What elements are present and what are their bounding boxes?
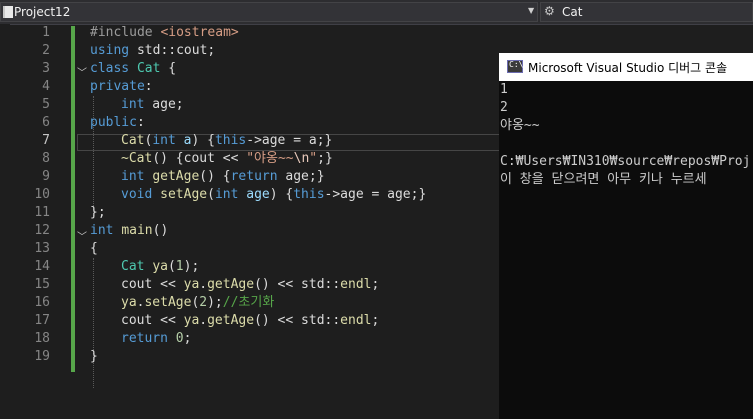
code-line: } bbox=[90, 349, 98, 364]
line-number: 8 bbox=[42, 151, 50, 166]
indent-guide bbox=[93, 258, 94, 388]
line-number: 6 bbox=[42, 115, 50, 130]
line-number: 1 bbox=[42, 25, 50, 40]
code-line: ~Cat() {cout << "야옹~~\n";} bbox=[121, 151, 333, 166]
line-number: 17 bbox=[34, 313, 50, 328]
fold-toggle-icon[interactable]: ﹀ bbox=[77, 228, 87, 243]
project-label: Project12 bbox=[14, 5, 71, 19]
glyph-margin bbox=[0, 24, 10, 419]
line-number: 18 bbox=[34, 331, 50, 346]
code-line: int age; bbox=[121, 97, 184, 112]
console-line: 2 bbox=[500, 100, 508, 115]
change-tracking-bar bbox=[71, 26, 75, 372]
console-line: 이 창을 닫으려면 아무 키나 누르세 bbox=[500, 172, 707, 187]
symbol-label: Cat bbox=[562, 5, 583, 19]
line-number: 16 bbox=[34, 295, 50, 310]
code-line: public: bbox=[90, 115, 145, 130]
code-line: int main() bbox=[90, 223, 169, 238]
line-number: 5 bbox=[42, 97, 50, 112]
line-number-current: 7 bbox=[42, 133, 50, 148]
debug-console-window[interactable]: C:\ Microsoft Visual Studio 디버그 콘솔 1 2 야… bbox=[499, 53, 753, 419]
console-line: 야옹~~ bbox=[500, 118, 540, 133]
console-line: C:₩Users₩IN310₩source₩repos₩Proj bbox=[500, 154, 751, 169]
code-line: using std::cout; bbox=[90, 43, 216, 58]
code-line: private: bbox=[90, 79, 153, 94]
line-number: 19 bbox=[34, 349, 50, 364]
code-line: class Cat { bbox=[90, 61, 177, 76]
project-dropdown[interactable]: Project12 ▼ bbox=[0, 2, 538, 22]
code-line: cout << ya.getAge() << std::endl; bbox=[121, 313, 380, 328]
chevron-down-icon[interactable]: ▼ bbox=[528, 6, 534, 15]
line-number: 14 bbox=[34, 259, 50, 274]
navigation-bar: Project12 ▼ ⚙ Cat bbox=[0, 0, 753, 25]
line-number: 4 bbox=[42, 79, 50, 94]
console-title-bar[interactable]: C:\ Microsoft Visual Studio 디버그 콘솔 bbox=[499, 53, 753, 81]
line-number: 10 bbox=[34, 187, 50, 202]
code-line: return 0; bbox=[121, 331, 192, 346]
code-line: ya.setAge(2);//초기화 bbox=[121, 295, 275, 310]
line-number: 12 bbox=[34, 223, 50, 238]
code-line: }; bbox=[90, 205, 106, 220]
cpp-project-icon bbox=[3, 6, 13, 18]
code-line: Cat ya(1); bbox=[121, 259, 200, 274]
line-number: 15 bbox=[34, 277, 50, 292]
class-symbol-icon: ⚙ bbox=[544, 4, 555, 18]
console-output[interactable]: 1 2 야옹~~ C:₩Users₩IN310₩source₩repos₩Pro… bbox=[499, 81, 753, 419]
console-line: 1 bbox=[500, 82, 508, 97]
console-app-icon: C:\ bbox=[507, 60, 523, 73]
line-number: 3 bbox=[42, 61, 50, 76]
code-line: #include <iostream> bbox=[90, 25, 239, 40]
code-line: { bbox=[90, 241, 98, 256]
line-number: 11 bbox=[34, 205, 50, 220]
code-line: cout << ya.getAge() << std::endl; bbox=[121, 277, 380, 292]
code-line: int getAge() {return age;} bbox=[121, 169, 325, 184]
line-number: 13 bbox=[34, 241, 50, 256]
code-line: void setAge(int age) {this->age = age;} bbox=[121, 187, 427, 202]
console-title: Microsoft Visual Studio 디버그 콘솔 bbox=[528, 61, 728, 75]
code-line-current: Cat(int a) {this->age = a;} bbox=[121, 133, 333, 148]
fold-toggle-icon[interactable]: ﹀ bbox=[77, 64, 87, 79]
symbol-dropdown[interactable]: ⚙ Cat bbox=[540, 2, 753, 22]
line-number: 9 bbox=[42, 169, 50, 184]
line-number: 2 bbox=[42, 43, 50, 58]
